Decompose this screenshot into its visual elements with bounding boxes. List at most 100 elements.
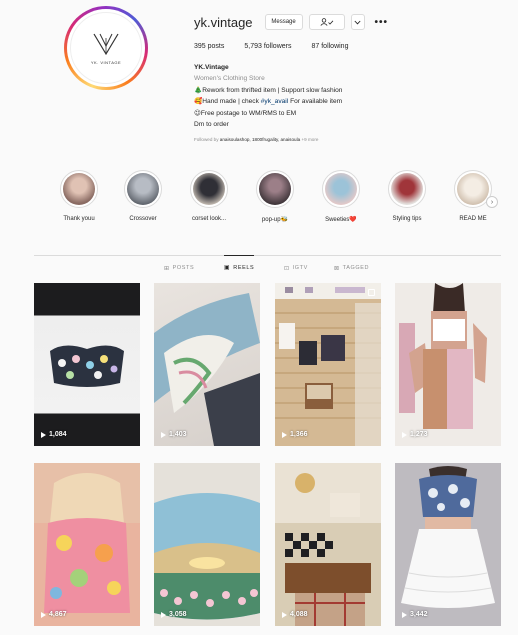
tab-label: TAGGED bbox=[342, 265, 370, 271]
play-icon bbox=[41, 611, 46, 618]
highlight-cover bbox=[391, 173, 423, 205]
reel-tile[interactable]: 1,273 bbox=[395, 283, 501, 446]
reel-tile[interactable]: 1,403 bbox=[154, 283, 260, 446]
highlight-item[interactable]: Sweeties❤️ bbox=[314, 170, 368, 223]
reel-thumbnail bbox=[154, 293, 260, 446]
reel-views: 1,273 bbox=[402, 431, 428, 438]
highlight-ring bbox=[322, 170, 360, 208]
bio-line-2-pre: 🥰Hand made | check bbox=[194, 98, 261, 106]
reel-views: 1,084 bbox=[41, 431, 67, 438]
reel-tile[interactable]: 1,084 bbox=[34, 283, 140, 446]
suggested-dropdown-button[interactable] bbox=[350, 14, 365, 30]
play-icon bbox=[402, 431, 407, 438]
play-icon bbox=[282, 611, 287, 618]
profile-info: yk.vintage Message ••• 395 posts 5,793 f… bbox=[194, 12, 504, 146]
avatar-inner: YK. VINTAGE bbox=[67, 9, 145, 87]
tab-posts[interactable]: ⊞ POSTS bbox=[164, 256, 194, 280]
highlight-label: Crossover bbox=[129, 216, 157, 222]
following-label: following bbox=[321, 43, 349, 50]
highlight-label: Thank youu bbox=[63, 216, 95, 222]
bio-line-4: Dm to order bbox=[194, 121, 229, 129]
view-count: 1,273 bbox=[410, 431, 428, 438]
highlight-cover bbox=[325, 173, 357, 205]
highlight-cover bbox=[457, 173, 489, 205]
reel-thumbnail bbox=[154, 493, 260, 620]
more-options-icon[interactable]: ••• bbox=[375, 17, 389, 28]
highlight-label: Sweeties❤️ bbox=[325, 217, 357, 223]
reel-tile[interactable]: 3,058 bbox=[154, 463, 260, 626]
tab-label: POSTS bbox=[172, 265, 195, 271]
reel-tile[interactable]: 1,366 bbox=[275, 283, 381, 446]
tagged-icon: ⊠ bbox=[334, 265, 340, 272]
message-button[interactable]: Message bbox=[264, 14, 303, 30]
reel-views: 3,058 bbox=[161, 611, 187, 618]
profile-avatar-ring[interactable]: YK. VINTAGE bbox=[64, 6, 148, 90]
profile-bio: YK.Vintage Women's Clothing Store 🎄Rewor… bbox=[194, 62, 504, 146]
bio-line-2: 🥰Hand made | check #yk_avail For availab… bbox=[194, 96, 504, 107]
reel-thumbnail bbox=[50, 345, 124, 387]
reel-tile[interactable]: 4,088 bbox=[275, 463, 381, 626]
play-icon bbox=[161, 431, 166, 438]
tab-tagged[interactable]: ⊠ TAGGED bbox=[334, 256, 369, 280]
hashtag-link[interactable]: #yk_avail bbox=[261, 98, 289, 105]
followed-by-more: +9 more bbox=[300, 137, 319, 143]
play-icon bbox=[161, 611, 166, 618]
tab-igtv[interactable]: ⊡ IGTV bbox=[284, 256, 308, 280]
highlight-item[interactable]: Thank youu bbox=[52, 170, 106, 222]
followers-number: 5,793 bbox=[244, 43, 262, 50]
highlight-cover bbox=[127, 173, 159, 205]
posts-number: 395 bbox=[194, 43, 206, 50]
highlight-item[interactable]: Crossover bbox=[116, 170, 170, 222]
highlight-label: pop-up🐝 bbox=[261, 217, 289, 223]
reel-thumbnail bbox=[275, 463, 381, 626]
reel-views: 1,366 bbox=[282, 431, 308, 438]
reel-thumbnail bbox=[399, 283, 487, 429]
reel-thumbnail bbox=[34, 463, 140, 613]
display-name: YK.Vintage bbox=[194, 64, 229, 71]
view-count: 1,403 bbox=[169, 431, 187, 438]
followed-by-prefix: Followed by bbox=[194, 137, 220, 143]
highlight-label: READ ME bbox=[459, 216, 487, 222]
followers-link[interactable]: 5,793 followers bbox=[244, 43, 291, 50]
play-icon bbox=[282, 431, 287, 438]
highlight-cover bbox=[63, 173, 95, 205]
highlight-item[interactable]: corset look... bbox=[182, 170, 236, 222]
chevron-down-icon bbox=[354, 20, 361, 24]
reel-tile[interactable]: 3,442 bbox=[395, 463, 501, 626]
highlights-next-button[interactable]: › bbox=[486, 196, 498, 208]
profile-header-row: yk.vintage Message ••• bbox=[194, 12, 504, 32]
tab-reels[interactable]: ▣ REELS bbox=[224, 255, 255, 279]
followed-by[interactable]: Followed by anaisoulashop, 1800frugality… bbox=[194, 134, 504, 145]
view-count: 3,058 bbox=[169, 611, 187, 618]
reel-thumbnail bbox=[395, 463, 501, 626]
bio-line-2-post: For available item bbox=[288, 98, 343, 106]
highlight-item[interactable]: pop-up🐝 bbox=[248, 170, 302, 223]
reel-tile[interactable]: 4,867 bbox=[34, 463, 140, 626]
following-button[interactable] bbox=[308, 14, 345, 30]
followed-by-users: anaisoulashop, 1800frugality, anaisoula bbox=[219, 137, 301, 143]
highlight-cover bbox=[259, 173, 291, 205]
igtv-icon: ⊡ bbox=[284, 265, 290, 272]
reels-icon: ▣ bbox=[224, 265, 231, 271]
view-count: 3,442 bbox=[410, 611, 428, 618]
profile-tabs: ⊞ POSTS ▣ REELS ⊡ IGTV ⊠ TAGGED bbox=[34, 255, 501, 280]
profile-stats: 395 posts 5,793 followers 87 following bbox=[194, 43, 504, 50]
tab-label: REELS bbox=[233, 264, 255, 271]
posts-label: posts bbox=[207, 43, 225, 50]
view-count: 1,366 bbox=[290, 431, 308, 438]
following-link[interactable]: 87 following bbox=[311, 43, 348, 50]
highlight-ring bbox=[388, 170, 426, 208]
highlight-label: Styling tips bbox=[392, 216, 422, 222]
highlight-cover bbox=[193, 173, 225, 205]
play-icon bbox=[402, 611, 407, 618]
reel-thumbnail bbox=[275, 283, 381, 446]
person-check-icon bbox=[320, 18, 333, 26]
highlight-item[interactable]: Styling tips bbox=[380, 170, 434, 222]
play-icon bbox=[41, 431, 46, 438]
highlight-ring bbox=[124, 170, 162, 208]
posts-count: 395 posts bbox=[194, 43, 224, 50]
reel-views: 4,088 bbox=[282, 611, 308, 618]
highlight-ring bbox=[60, 170, 98, 208]
highlight-ring bbox=[190, 170, 228, 208]
highlight-ring bbox=[256, 170, 294, 208]
